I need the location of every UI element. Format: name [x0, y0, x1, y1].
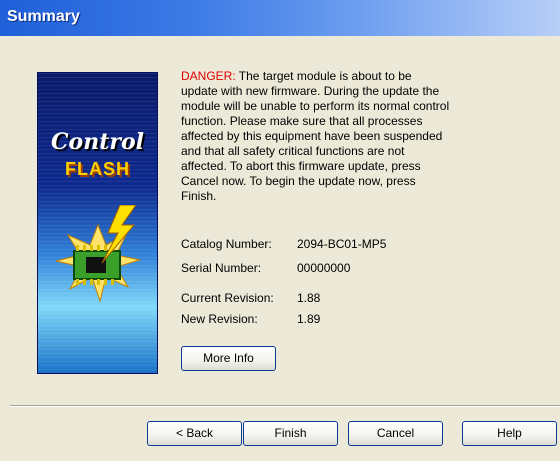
- danger-line-3: module will be unable to perform its nor…: [181, 99, 450, 113]
- new-revision-label: New Revision:: [181, 312, 258, 326]
- finish-button[interactable]: Finish: [243, 421, 338, 446]
- serial-number-value: 00000000: [297, 261, 351, 275]
- serial-number-label: Serial Number:: [181, 261, 262, 275]
- danger-message: DANGER: The target module is about to be…: [181, 69, 516, 204]
- danger-line-2: update with new firmware. During the upd…: [181, 84, 440, 98]
- back-button[interactable]: < Back: [147, 421, 242, 446]
- danger-line-7: affected. To abort this firmware update,…: [181, 159, 421, 173]
- cancel-button[interactable]: Cancel: [348, 421, 443, 446]
- controlflash-logo: Control FLASH: [37, 72, 158, 374]
- danger-line-6: and that all safety critical functions a…: [181, 144, 405, 158]
- help-button[interactable]: Help: [462, 421, 557, 446]
- danger-line-5: affected by this equipment have been sus…: [181, 129, 443, 143]
- chip-lightning-icon: [55, 205, 141, 303]
- current-revision-label: Current Revision:: [181, 291, 274, 305]
- logo-word-flash: FLASH: [65, 159, 130, 179]
- danger-line-4: function. Please make sure that all proc…: [181, 114, 423, 128]
- window-title: Summary: [7, 8, 80, 25]
- logo-word-control: Control: [51, 129, 144, 155]
- separator: [10, 405, 560, 407]
- danger-line-9: Finish.: [181, 189, 217, 203]
- catalog-number-value: 2094-BC01-MP5: [297, 237, 387, 251]
- danger-line-8: Cancel now. To begin the update now, pre…: [181, 174, 416, 188]
- current-revision-value: 1.88: [297, 291, 321, 305]
- danger-label: DANGER:: [181, 69, 236, 83]
- new-revision-value: 1.89: [297, 312, 321, 326]
- danger-line-1: The target module is about to be: [235, 69, 412, 83]
- title-bar: Summary: [0, 0, 560, 36]
- more-info-button[interactable]: More Info: [181, 346, 276, 371]
- catalog-number-label: Catalog Number:: [181, 237, 272, 251]
